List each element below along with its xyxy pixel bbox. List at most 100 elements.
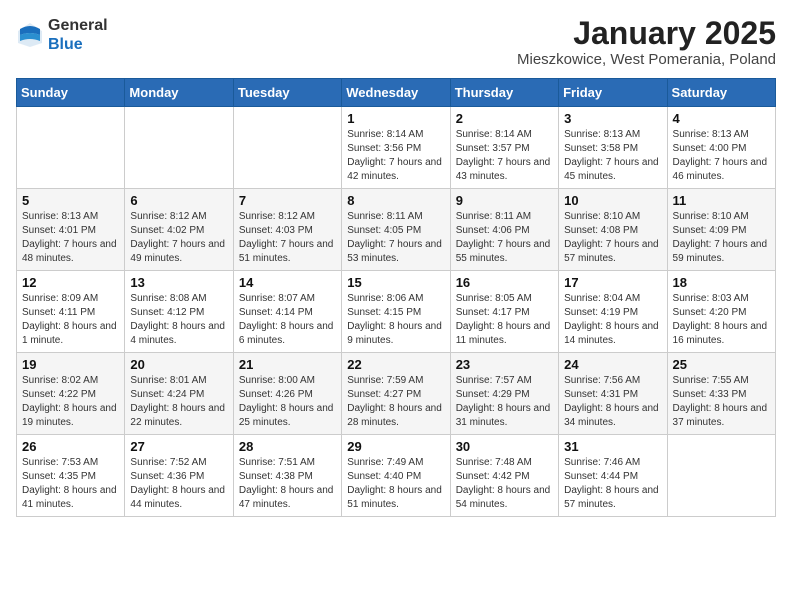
day-info: Sunrise: 8:10 AM Sunset: 4:08 PM Dayligh… xyxy=(564,210,661,266)
day-info: Sunrise: 8:12 AM Sunset: 4:02 PM Dayligh… xyxy=(130,210,227,266)
weekday-header-thursday: Thursday xyxy=(450,79,558,107)
day-number: 4 xyxy=(673,111,770,126)
calendar-cell: 3 Sunrise: 8:13 AM Sunset: 3:58 PM Daylig… xyxy=(559,107,667,189)
calendar-cell: 26Sunrise: 7:53 AM Sunset: 4:35 PM Dayli… xyxy=(17,435,125,517)
day-info: Sunrise: 8:13 AM Sunset: 3:58 PM Dayligh… xyxy=(564,128,661,184)
weekday-header-saturday: Saturday xyxy=(667,79,775,107)
day-number: 27 xyxy=(130,439,227,454)
calendar-cell: 25 Sunrise: 7:55 AM Sunset: 4:33 PM Dayli… xyxy=(667,353,775,435)
logo-text: General Blue xyxy=(48,16,108,54)
day-number: 18 xyxy=(673,275,770,290)
day-info: Sunrise: 8:10 AM Sunset: 4:09 PM Dayligh… xyxy=(673,210,770,266)
calendar-cell: 7Sunrise: 8:12 AM Sunset: 4:03 PM Daylig… xyxy=(233,189,341,271)
week-row-3: 12 Sunrise: 8:09 AM Sunset: 4:11 PM Dayli… xyxy=(17,271,776,353)
day-info: Sunrise: 8:14 AM Sunset: 3:56 PM Dayligh… xyxy=(347,128,444,184)
day-info: Sunrise: 8:04 AM Sunset: 4:19 PM Dayligh… xyxy=(564,292,661,348)
calendar-cell: 16 Sunrise: 8:05 AM Sunset: 4:17 PM Dayli… xyxy=(450,271,558,353)
weekday-header-wednesday: Wednesday xyxy=(342,79,450,107)
calendar-cell: 31 Sunrise: 7:46 AM Sunset: 4:44 PM Dayli… xyxy=(559,435,667,517)
day-info: Sunrise: 8:08 AM Sunset: 4:12 PM Dayligh… xyxy=(130,292,227,348)
day-info: Sunrise: 8:00 AM Sunset: 4:26 PM Dayligh… xyxy=(239,374,336,430)
day-number: 16 xyxy=(456,275,553,290)
calendar-cell: 4 Sunrise: 8:13 AM Sunset: 4:00 PM Daylig… xyxy=(667,107,775,189)
day-number: 17 xyxy=(564,275,661,290)
calendar-cell: 27Sunrise: 7:52 AM Sunset: 4:36 PM Dayli… xyxy=(125,435,233,517)
week-row-4: 19 Sunrise: 8:02 AM Sunset: 4:22 PM Dayli… xyxy=(17,353,776,435)
calendar-cell: 28Sunrise: 7:51 AM Sunset: 4:38 PM Dayli… xyxy=(233,435,341,517)
week-row-5: 26Sunrise: 7:53 AM Sunset: 4:35 PM Dayli… xyxy=(17,435,776,517)
day-info: Sunrise: 8:03 AM Sunset: 4:20 PM Dayligh… xyxy=(673,292,770,348)
day-number: 9 xyxy=(456,193,553,208)
location: Mieszkowice, West Pomerania, Poland xyxy=(517,51,776,68)
day-info: Sunrise: 8:13 AM Sunset: 4:01 PM Dayligh… xyxy=(22,210,119,266)
day-info: Sunrise: 8:11 AM Sunset: 4:05 PM Dayligh… xyxy=(347,210,444,266)
day-info: Sunrise: 8:11 AM Sunset: 4:06 PM Dayligh… xyxy=(456,210,553,266)
day-info: Sunrise: 7:56 AM Sunset: 4:31 PM Dayligh… xyxy=(564,374,661,430)
calendar-cell: 15Sunrise: 8:06 AM Sunset: 4:15 PM Dayli… xyxy=(342,271,450,353)
day-number: 3 xyxy=(564,111,661,126)
calendar-cell: 5 Sunrise: 8:13 AM Sunset: 4:01 PM Daylig… xyxy=(17,189,125,271)
calendar-table: SundayMondayTuesdayWednesdayThursdayFrid… xyxy=(16,78,776,517)
day-number: 30 xyxy=(456,439,553,454)
day-number: 29 xyxy=(347,439,444,454)
day-number: 2 xyxy=(456,111,553,126)
day-info: Sunrise: 7:46 AM Sunset: 4:44 PM Dayligh… xyxy=(564,456,661,512)
weekday-header-row: SundayMondayTuesdayWednesdayThursdayFrid… xyxy=(17,79,776,107)
calendar-cell xyxy=(667,435,775,517)
day-info: Sunrise: 8:14 AM Sunset: 3:57 PM Dayligh… xyxy=(456,128,553,184)
calendar-cell: 6 Sunrise: 8:12 AM Sunset: 4:02 PM Daylig… xyxy=(125,189,233,271)
calendar-cell: 2 Sunrise: 8:14 AM Sunset: 3:57 PM Daylig… xyxy=(450,107,558,189)
day-info: Sunrise: 8:02 AM Sunset: 4:22 PM Dayligh… xyxy=(22,374,119,430)
calendar-cell: 22Sunrise: 7:59 AM Sunset: 4:27 PM Dayli… xyxy=(342,353,450,435)
day-number: 26 xyxy=(22,439,119,454)
day-number: 6 xyxy=(130,193,227,208)
calendar-cell: 14Sunrise: 8:07 AM Sunset: 4:14 PM Dayli… xyxy=(233,271,341,353)
title-area: January 2025 Mieszkowice, West Pomerania… xyxy=(517,16,776,68)
day-number: 8 xyxy=(347,193,444,208)
weekday-header-friday: Friday xyxy=(559,79,667,107)
calendar-cell: 20Sunrise: 8:01 AM Sunset: 4:24 PM Dayli… xyxy=(125,353,233,435)
calendar-cell: 23Sunrise: 7:57 AM Sunset: 4:29 PM Dayli… xyxy=(450,353,558,435)
day-number: 12 xyxy=(22,275,119,290)
calendar-cell xyxy=(17,107,125,189)
day-info: Sunrise: 8:12 AM Sunset: 4:03 PM Dayligh… xyxy=(239,210,336,266)
page-header: General Blue January 2025 Mieszkowice, W… xyxy=(16,16,776,68)
weekday-header-sunday: Sunday xyxy=(17,79,125,107)
day-info: Sunrise: 7:59 AM Sunset: 4:27 PM Dayligh… xyxy=(347,374,444,430)
day-info: Sunrise: 7:49 AM Sunset: 4:40 PM Dayligh… xyxy=(347,456,444,512)
calendar-cell: 30 Sunrise: 7:48 AM Sunset: 4:42 PM Dayli… xyxy=(450,435,558,517)
calendar-cell: 18 Sunrise: 8:03 AM Sunset: 4:20 PM Dayli… xyxy=(667,271,775,353)
day-number: 31 xyxy=(564,439,661,454)
day-number: 25 xyxy=(673,357,770,372)
day-info: Sunrise: 8:13 AM Sunset: 4:00 PM Dayligh… xyxy=(673,128,770,184)
day-number: 13 xyxy=(130,275,227,290)
day-number: 14 xyxy=(239,275,336,290)
month-title: January 2025 xyxy=(517,16,776,51)
calendar-cell: 17 Sunrise: 8:04 AM Sunset: 4:19 PM Dayli… xyxy=(559,271,667,353)
calendar-cell: 29 Sunrise: 7:49 AM Sunset: 4:40 PM Dayli… xyxy=(342,435,450,517)
calendar-cell: 9 Sunrise: 8:11 AM Sunset: 4:06 PM Daylig… xyxy=(450,189,558,271)
day-info: Sunrise: 7:48 AM Sunset: 4:42 PM Dayligh… xyxy=(456,456,553,512)
day-number: 24 xyxy=(564,357,661,372)
day-info: Sunrise: 8:09 AM Sunset: 4:11 PM Dayligh… xyxy=(22,292,119,348)
logo: General Blue xyxy=(16,16,108,54)
calendar-cell xyxy=(125,107,233,189)
calendar-cell xyxy=(233,107,341,189)
calendar-cell: 10 Sunrise: 8:10 AM Sunset: 4:08 PM Dayli… xyxy=(559,189,667,271)
weekday-header-monday: Monday xyxy=(125,79,233,107)
day-info: Sunrise: 8:01 AM Sunset: 4:24 PM Dayligh… xyxy=(130,374,227,430)
day-info: Sunrise: 8:06 AM Sunset: 4:15 PM Dayligh… xyxy=(347,292,444,348)
day-info: Sunrise: 8:05 AM Sunset: 4:17 PM Dayligh… xyxy=(456,292,553,348)
day-number: 11 xyxy=(673,193,770,208)
calendar-cell: 19 Sunrise: 8:02 AM Sunset: 4:22 PM Dayli… xyxy=(17,353,125,435)
day-info: Sunrise: 7:55 AM Sunset: 4:33 PM Dayligh… xyxy=(673,374,770,430)
week-row-2: 5 Sunrise: 8:13 AM Sunset: 4:01 PM Daylig… xyxy=(17,189,776,271)
day-info: Sunrise: 7:57 AM Sunset: 4:29 PM Dayligh… xyxy=(456,374,553,430)
calendar-cell: 13 Sunrise: 8:08 AM Sunset: 4:12 PM Dayli… xyxy=(125,271,233,353)
day-number: 19 xyxy=(22,357,119,372)
week-row-1: 1Sunrise: 8:14 AM Sunset: 3:56 PM Daylig… xyxy=(17,107,776,189)
calendar-cell: 11 Sunrise: 8:10 AM Sunset: 4:09 PM Dayli… xyxy=(667,189,775,271)
day-number: 10 xyxy=(564,193,661,208)
day-number: 5 xyxy=(22,193,119,208)
calendar-cell: 21Sunrise: 8:00 AM Sunset: 4:26 PM Dayli… xyxy=(233,353,341,435)
